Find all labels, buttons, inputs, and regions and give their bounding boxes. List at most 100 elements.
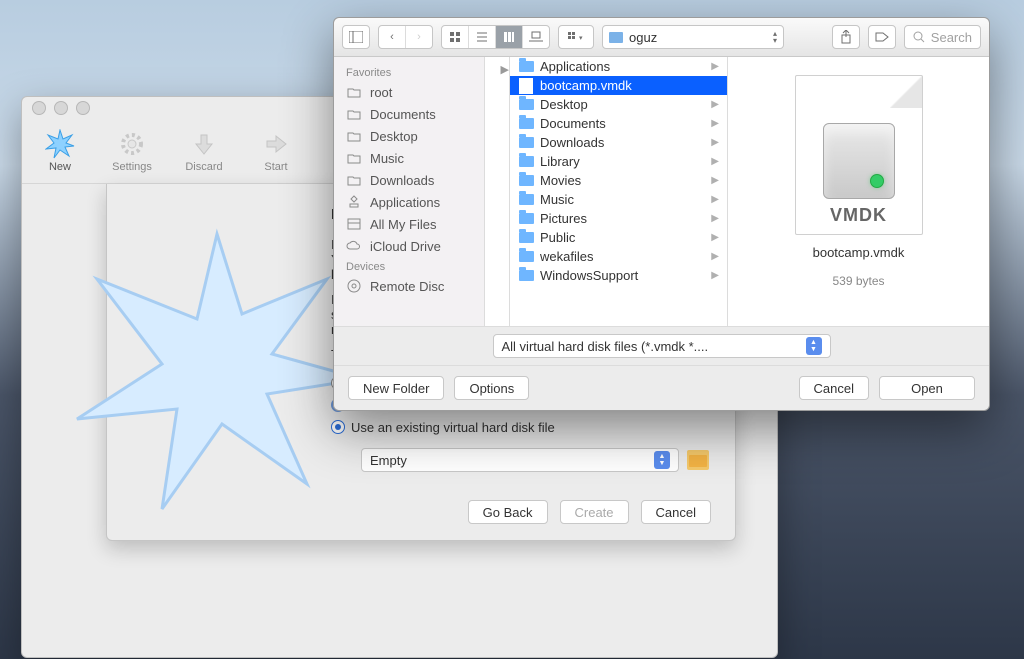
sidebar-item-desktop[interactable]: Desktop [334, 125, 484, 147]
preview-type-label: VMDK [830, 205, 887, 226]
existing-disk-value: Empty [370, 453, 407, 468]
disc-icon [346, 279, 362, 293]
sidebar-item-music[interactable]: Music [334, 147, 484, 169]
nav-forward-button[interactable]: › [406, 26, 432, 48]
sidebar-item-all-my-files[interactable]: All My Files [334, 213, 484, 235]
sidebar-toggle-icon [343, 26, 369, 48]
arrange-menu[interactable]: ▾ [558, 25, 594, 49]
existing-disk-popup[interactable]: Empty ▲▼ [361, 448, 679, 472]
file-item-downloads[interactable]: Downloads▶ [510, 133, 727, 152]
finder-filter-bar: All virtual hard disk files (*.vmdk *...… [334, 326, 989, 365]
chevron-right-icon: ▶ [711, 213, 719, 224]
folder-icon [609, 32, 623, 43]
file-type-filter-popup[interactable]: All virtual hard disk files (*.vmdk *...… [493, 334, 831, 358]
finder-column-parent[interactable]: ▶ [485, 57, 510, 326]
preview-filename: bootcamp.vmdk [813, 245, 905, 260]
share-button[interactable] [832, 25, 860, 49]
folder-icon [519, 175, 534, 186]
sidebar-item-icloud-drive[interactable]: iCloud Drive [334, 235, 484, 257]
file-item-music[interactable]: Music▶ [510, 190, 727, 209]
toolbar-new-button[interactable]: New [36, 129, 84, 173]
chevron-right-icon: ▶ [711, 99, 719, 110]
file-item-pictures[interactable]: Pictures▶ [510, 209, 727, 228]
finder-open-panel: ‹ › ▾ oguz ▴▾ [333, 17, 990, 411]
file-item-movies[interactable]: Movies▶ [510, 171, 727, 190]
cancel-button[interactable]: Cancel [641, 500, 711, 524]
folder-icon [519, 61, 534, 72]
search-placeholder: Search [931, 30, 972, 45]
wizard-decorative-starburst [67, 224, 367, 524]
file-item-wekafiles[interactable]: wekafiles▶ [510, 247, 727, 266]
folder-icon [519, 118, 534, 129]
file-item-desktop[interactable]: Desktop▶ [510, 95, 727, 114]
file-item-bootcamp-vmdk[interactable]: bootcamp.vmdk [510, 76, 727, 95]
view-coverflow-button[interactable] [523, 26, 549, 48]
radio-selected-icon [331, 420, 345, 434]
folder-icon [346, 129, 362, 143]
search-field[interactable]: Search [904, 25, 981, 49]
toolbar-settings-label: Settings [112, 161, 152, 173]
toolbar-start-button[interactable]: Start [252, 129, 300, 173]
finder-preview-pane: VMDK bootcamp.vmdk 539 bytes [728, 57, 989, 326]
toolbar-discard-label: Discard [185, 161, 222, 173]
new-folder-button[interactable]: New Folder [348, 376, 444, 400]
folder-icon [519, 156, 534, 167]
toolbar-new-label: New [49, 161, 71, 173]
toolbar-settings-button[interactable]: Settings [108, 129, 156, 173]
folder-icon [519, 194, 534, 205]
location-popup[interactable]: oguz ▴▾ [602, 25, 784, 49]
chevron-right-icon: ▶ [711, 137, 719, 148]
zoom-window-button[interactable] [76, 101, 90, 115]
minimize-window-button[interactable] [54, 101, 68, 115]
down-arrow-icon [189, 129, 219, 159]
finder-column-home: Applications▶bootcamp.vmdkDesktop▶Docume… [510, 57, 728, 326]
sidebar-item-root[interactable]: root [334, 81, 484, 103]
location-label: oguz [629, 30, 657, 45]
starburst-icon [45, 129, 75, 159]
folder-icon [346, 107, 362, 121]
sidebar-favorites-header: Favorites [334, 63, 484, 81]
sidebar-item-remote-disc[interactable]: Remote Disc [334, 275, 484, 297]
nav-back-forward: ‹ › [378, 25, 433, 49]
folder-icon [519, 232, 534, 243]
finder-sidebar: Favorites rootDocumentsDesktopMusicDownl… [334, 57, 485, 326]
options-button[interactable]: Options [454, 376, 529, 400]
sidebar-item-downloads[interactable]: Downloads [334, 169, 484, 191]
folder-icon [519, 99, 534, 110]
popup-arrows-icon: ▲▼ [806, 337, 822, 355]
sidebar-devices-header: Devices [334, 257, 484, 275]
document-icon [519, 78, 533, 94]
file-type-filter-label: All virtual hard disk files (*.vmdk *...… [502, 339, 709, 354]
file-item-applications[interactable]: Applications▶ [510, 57, 727, 76]
sidebar-item-documents[interactable]: Documents [334, 103, 484, 125]
file-item-public[interactable]: Public▶ [510, 228, 727, 247]
tags-button[interactable] [868, 25, 896, 49]
nav-back-button[interactable]: ‹ [379, 26, 406, 48]
chevron-right-icon: ▶ [711, 251, 719, 262]
radio-use-existing-disk[interactable]: Use an existing virtual hard disk file [331, 416, 711, 438]
folder-icon [519, 270, 534, 281]
all-icon [346, 217, 362, 231]
file-item-library[interactable]: Library▶ [510, 152, 727, 171]
file-item-windowssupport[interactable]: WindowsSupport▶ [510, 266, 727, 285]
sidebar-item-applications[interactable]: Applications [334, 191, 484, 213]
hard-disk-icon [823, 123, 895, 199]
arrange-icon: ▾ [559, 26, 593, 48]
toolbar-discard-button[interactable]: Discard [180, 129, 228, 173]
view-list-button[interactable] [469, 26, 496, 48]
toolbar-start-label: Start [264, 161, 287, 173]
create-button[interactable]: Create [560, 500, 629, 524]
finder-open-button[interactable]: Open [879, 376, 975, 400]
browse-disk-button[interactable] [687, 450, 709, 470]
popup-arrows-icon: ▴▾ [773, 30, 777, 44]
file-item-documents[interactable]: Documents▶ [510, 114, 727, 133]
preview-filesize: 539 bytes [832, 274, 884, 288]
view-columns-button[interactable] [496, 26, 523, 48]
view-icons-button[interactable] [442, 26, 469, 48]
finder-toolbar: ‹ › ▾ oguz ▴▾ [334, 18, 989, 57]
sidebar-toggle[interactable] [342, 25, 370, 49]
cloud-icon [346, 239, 362, 253]
finder-cancel-button[interactable]: Cancel [799, 376, 869, 400]
close-window-button[interactable] [32, 101, 46, 115]
go-back-button[interactable]: Go Back [468, 500, 548, 524]
